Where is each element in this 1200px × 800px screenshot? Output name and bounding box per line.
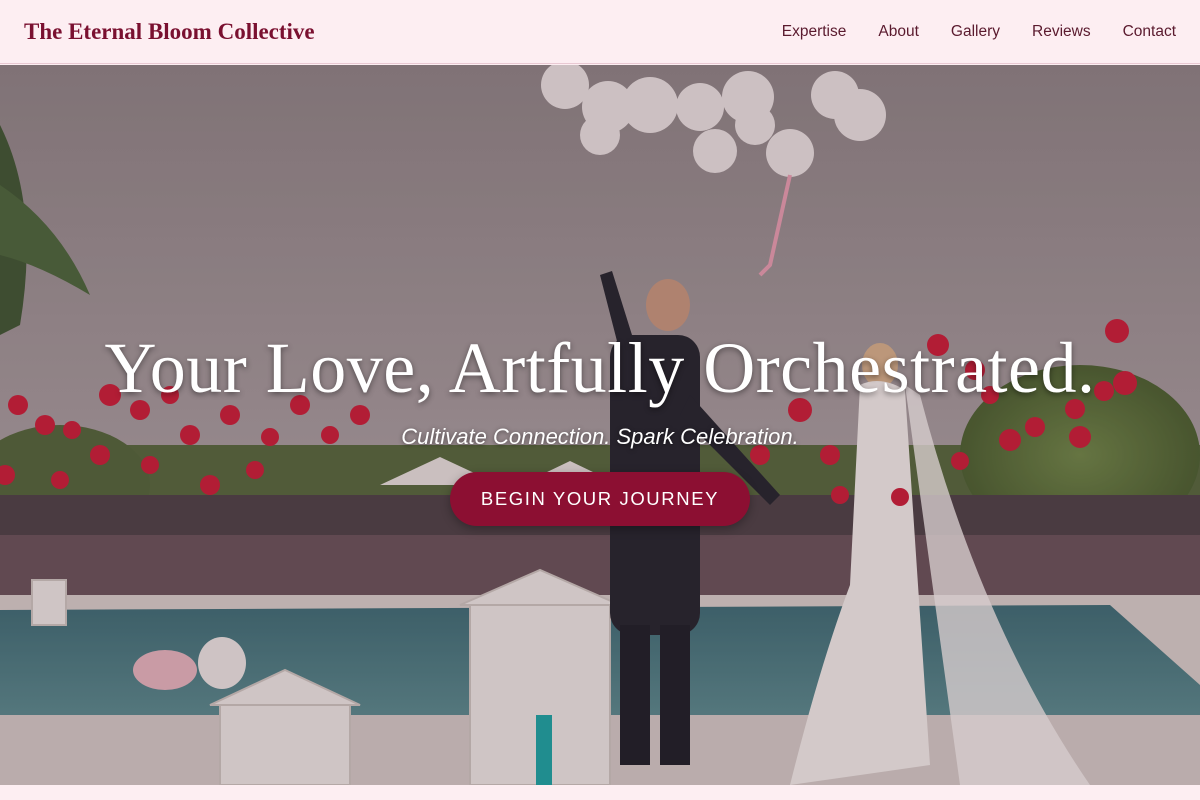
hero-headline: Your Love, Artfully Orchestrated. — [104, 328, 1096, 408]
nav-gallery[interactable]: Gallery — [951, 23, 1000, 41]
hero-section: Your Love, Artfully Orchestrated. Cultiv… — [0, 65, 1200, 785]
nav-expertise[interactable]: Expertise — [782, 23, 847, 41]
brand-logo-link[interactable]: The Eternal Bloom Collective — [24, 19, 315, 45]
nav-reviews[interactable]: Reviews — [1032, 23, 1091, 41]
page-bottom-strip — [0, 785, 1200, 800]
begin-journey-button[interactable]: BEGIN YOUR JOURNEY — [449, 472, 751, 526]
hero-tagline: Cultivate Connection. Spark Celebration. — [401, 424, 799, 449]
site-header: The Eternal Bloom Collective Expertise A… — [0, 0, 1200, 64]
hero-content: Your Love, Artfully Orchestrated. Cultiv… — [0, 65, 1200, 785]
nav-about[interactable]: About — [878, 23, 919, 41]
main-nav: Expertise About Gallery Reviews Contact — [750, 23, 1176, 41]
nav-contact[interactable]: Contact — [1123, 23, 1176, 41]
